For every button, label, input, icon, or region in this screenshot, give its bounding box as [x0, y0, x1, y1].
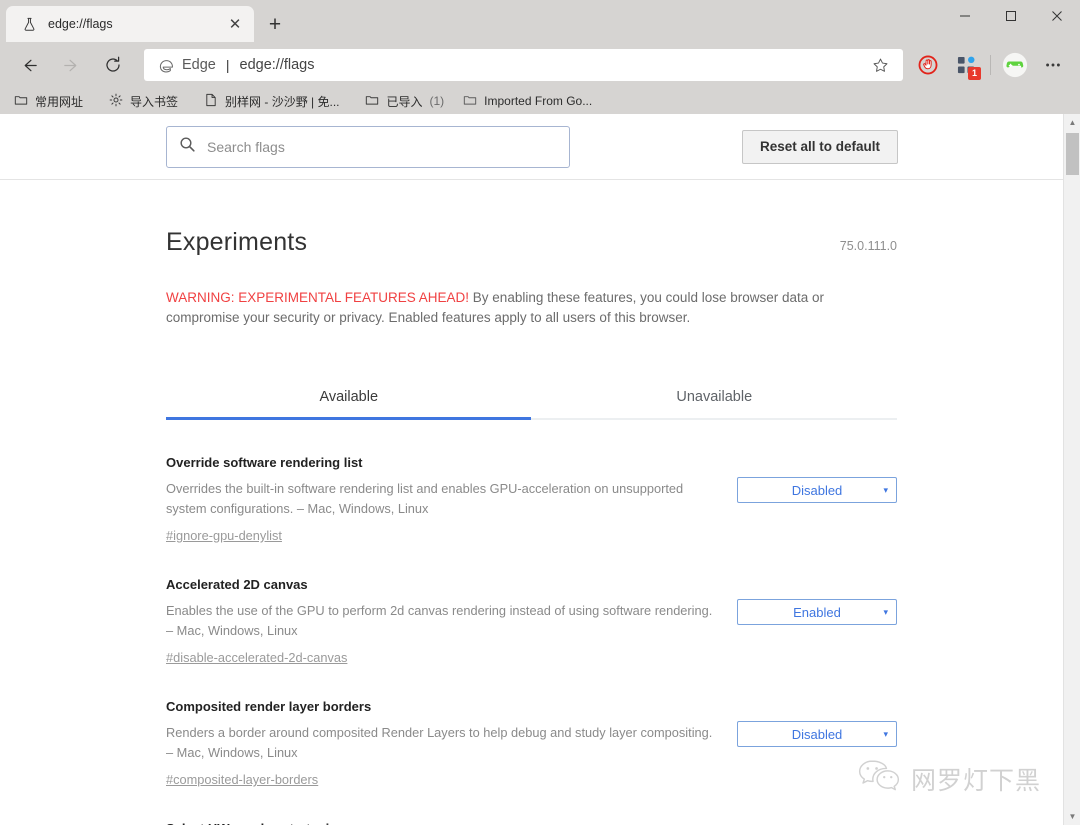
bookmark-label: 别样网 - 沙沙野 | 免... [225, 94, 340, 109]
tab-strip: edge://flags ✕ + [0, 0, 1080, 42]
flag-control: Disabled ▾ [737, 455, 897, 545]
bookmark-label: 常用网址 [35, 94, 84, 109]
extension-badge-count: 1 [968, 67, 981, 80]
flag-description: Enables the use of the GPU to perform 2d… [166, 603, 713, 638]
flask-icon [20, 15, 38, 33]
bookmarks-bar: 常用网址 导入书签 别样网 - 沙沙野 | 免... 已导入 (1) Impor… [0, 88, 1080, 114]
chevron-down-icon: ▾ [883, 728, 888, 739]
back-icon[interactable] [12, 48, 46, 82]
tab-available[interactable]: Available [166, 375, 532, 418]
gear-icon [109, 93, 123, 110]
forward-icon[interactable] [54, 48, 88, 82]
folder-icon [365, 93, 379, 110]
flag-name: Composited render layer borders [166, 699, 372, 714]
page-viewport: Search flags Reset all to default Experi… [0, 114, 1080, 825]
flag-name: Accelerated 2D canvas [166, 577, 308, 592]
minimize-icon[interactable] [942, 0, 988, 32]
bookmark-item[interactable]: 已导入 (1) [361, 91, 453, 112]
folder-icon [14, 93, 28, 110]
maximize-icon[interactable] [988, 0, 1034, 32]
scroll-down-icon[interactable]: ▼ [1064, 808, 1080, 825]
adblock-icon[interactable] [911, 48, 945, 82]
bookmark-count: (1) [429, 94, 445, 108]
browser-toolbar: Edge | edge://flags 1 [0, 42, 1080, 88]
close-window-icon[interactable] [1034, 0, 1080, 32]
flag-state-select[interactable]: Disabled ▾ [737, 477, 897, 503]
brand-name: Edge [182, 57, 216, 73]
search-input[interactable]: Search flags [166, 125, 570, 168]
chevron-down-icon: ▾ [883, 606, 888, 617]
flag-row: Composited render layer borders Renders … [166, 699, 897, 789]
watermark-text: 网罗灯下黑 [910, 765, 1041, 795]
reset-all-to-default-button[interactable]: Reset all to default [742, 129, 899, 164]
bookmark-label: 已导入 [386, 94, 423, 109]
omnibox-separator: | [225, 57, 230, 73]
flag-info: Select HW overlay strategies [166, 821, 726, 825]
flags-page: Search flags Reset all to default Experi… [0, 114, 1063, 825]
flag-state-select[interactable]: Enabled ▾ [737, 599, 897, 625]
bookmark-label: Imported From Go... [484, 94, 593, 108]
address-bar[interactable]: Edge | edge://flags [144, 49, 903, 81]
warning-strong: WARNING: EXPERIMENTAL FEATURES AHEAD! [166, 290, 470, 305]
flags-content: Experiments 75.0.111.0 WARNING: EXPERIME… [0, 180, 1063, 825]
folder-icon [463, 93, 477, 110]
window-controls [942, 0, 1080, 42]
flags-search-header: Search flags Reset all to default [0, 114, 1063, 180]
experiments-header-row: Experiments 75.0.111.0 [166, 228, 897, 257]
warning-text: WARNING: EXPERIMENTAL FEATURES AHEAD! By… [166, 288, 866, 328]
search-placeholder: Search flags [207, 138, 285, 155]
flag-control: Enabled ▾ [737, 577, 897, 667]
wechat-watermark: 网罗灯下黑 [857, 758, 1041, 799]
flag-name: Override software rendering list [166, 455, 363, 470]
bookmark-item[interactable]: Imported From Go... [459, 91, 608, 112]
toolbar-divider [990, 55, 991, 75]
more-menu-icon[interactable] [1036, 48, 1070, 82]
bookmark-item[interactable]: 别样网 - 沙沙野 | 免... [200, 91, 355, 112]
extensions-icon[interactable]: 1 [949, 48, 983, 82]
chevron-down-icon: ▾ [883, 484, 888, 495]
edge-brand: Edge [158, 57, 216, 74]
flag-anchor-link[interactable]: #composited-layer-borders [166, 772, 318, 787]
flag-state-select[interactable]: Disabled ▾ [737, 721, 897, 747]
gamepad-icon[interactable] [998, 48, 1032, 82]
flag-state-value: Disabled [791, 482, 843, 498]
tab-title: edge://flags [48, 17, 113, 31]
browser-window: edge://flags ✕ + Edge | edge://flags 1 常… [0, 0, 1080, 825]
flags-tabs: Available Unavailable [166, 375, 897, 420]
url-text[interactable]: edge://flags [240, 57, 867, 73]
edge-logo-icon [159, 59, 173, 72]
flag-info: Override software rendering list Overrid… [166, 455, 726, 545]
flag-row: Accelerated 2D canvas Enables the use of… [166, 577, 897, 667]
flag-state-value: Enabled [793, 604, 841, 620]
flag-state-value: Disabled [791, 726, 843, 742]
search-icon [179, 136, 196, 158]
scroll-up-icon[interactable]: ▲ [1064, 114, 1080, 131]
tab-unavailable[interactable]: Unavailable [532, 375, 898, 418]
active-tab-underline [166, 417, 531, 420]
page-scrollbar[interactable]: ▲ ▼ [1063, 114, 1080, 825]
reload-icon[interactable] [96, 48, 130, 82]
version-label: 75.0.111.0 [839, 239, 897, 253]
flag-anchor-link[interactable]: #disable-accelerated-2d-canvas [166, 650, 347, 665]
wechat-icon [857, 758, 901, 799]
flag-info: Composited render layer borders Renders … [166, 699, 726, 789]
new-tab-button[interactable]: + [260, 9, 290, 39]
flag-description: Renders a border around composited Rende… [166, 725, 713, 760]
flag-name: Select HW overlay strategies [166, 821, 726, 825]
browser-tab[interactable]: edge://flags ✕ [6, 6, 254, 42]
flags-list: Override software rendering list Overrid… [166, 455, 897, 825]
close-icon[interactable]: ✕ [224, 13, 246, 35]
page-icon [204, 93, 218, 110]
favorite-star-icon[interactable] [867, 57, 893, 74]
scrollbar-thumb[interactable] [1066, 133, 1079, 175]
bookmark-item[interactable]: 常用网址 [10, 91, 99, 112]
flag-anchor-link[interactable]: #ignore-gpu-denylist [166, 528, 282, 543]
flag-description: Overrides the built-in software renderin… [166, 481, 684, 516]
bookmark-label: 导入书签 [130, 94, 179, 109]
flag-info: Accelerated 2D canvas Enables the use of… [166, 577, 726, 667]
bookmark-item[interactable]: 导入书签 [105, 91, 194, 112]
page-title: Experiments [166, 228, 308, 256]
flag-row: Select HW overlay strategies [166, 821, 897, 825]
flag-row: Override software rendering list Overrid… [166, 455, 897, 545]
